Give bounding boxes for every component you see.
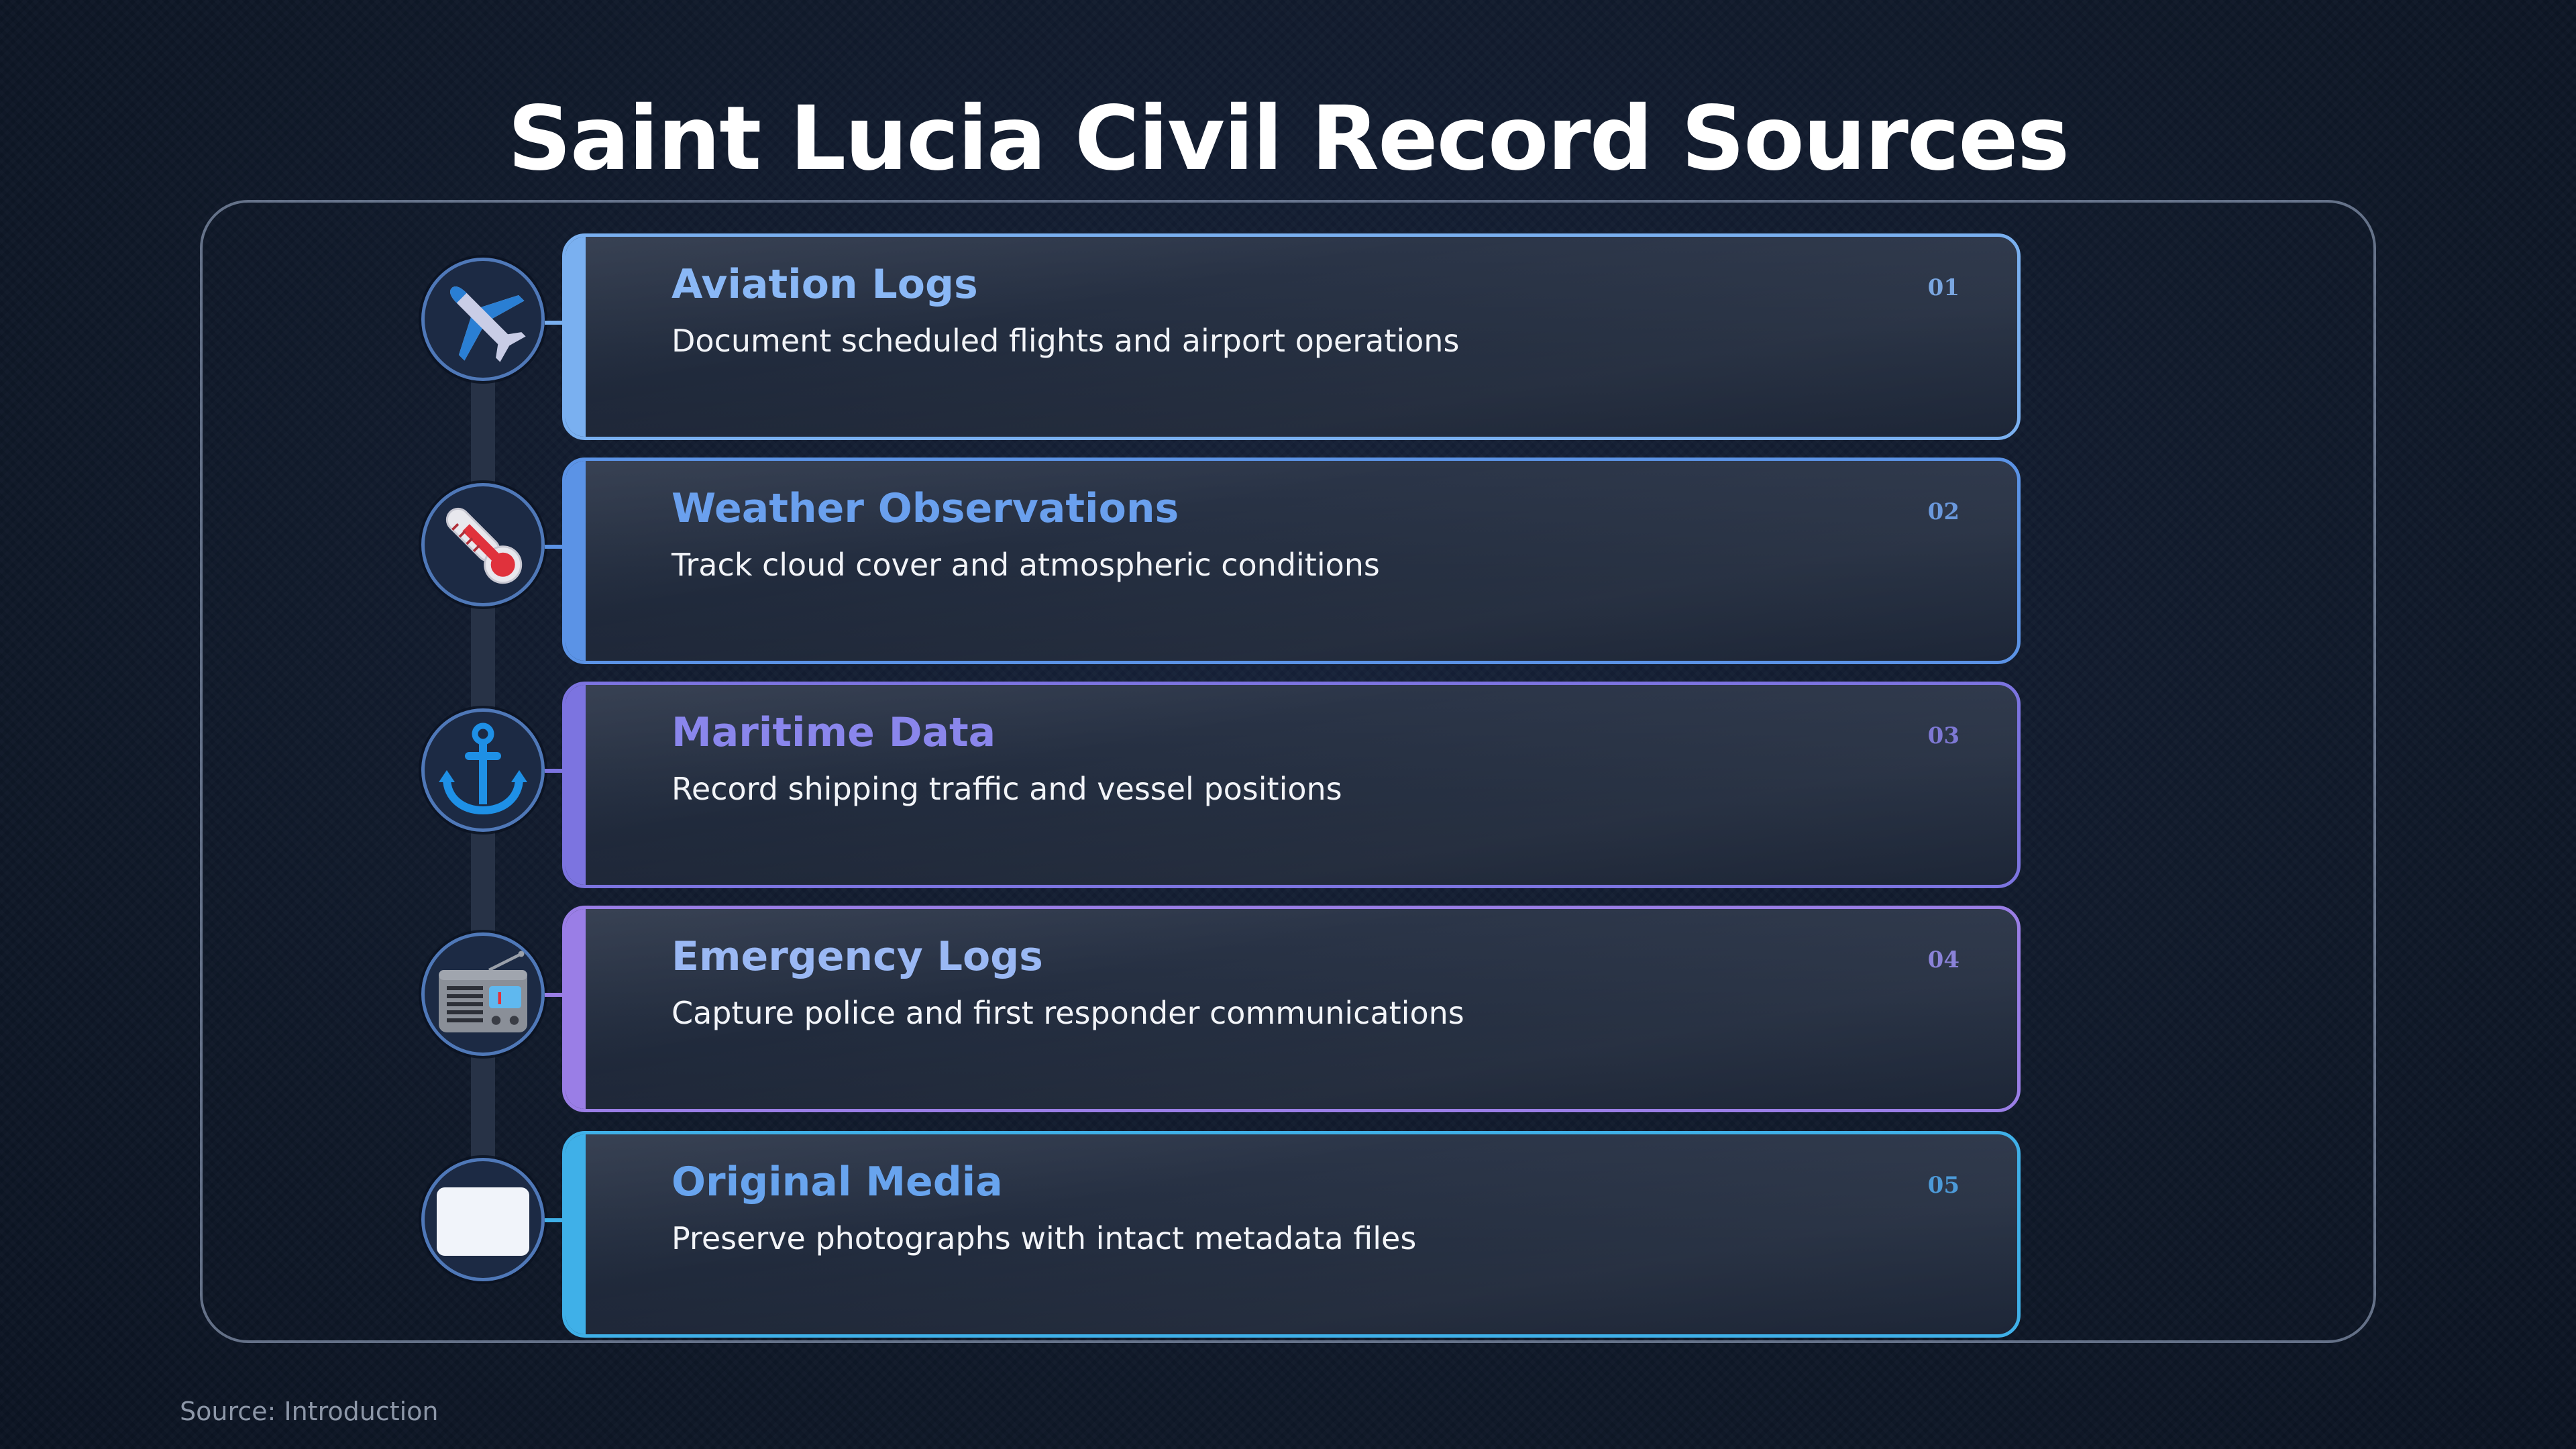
- record-card-2: Weather Observations Track cloud cover a…: [562, 458, 2021, 664]
- card-accent-bar: [566, 237, 586, 437]
- card-number: 03: [1927, 722, 1960, 749]
- card-title: Original Media: [672, 1159, 1003, 1205]
- card-number: 04: [1927, 947, 1960, 973]
- anchor-icon: [439, 722, 527, 815]
- card-accent-bar: [566, 461, 586, 661]
- card-description: Preserve photographs with intact metadat…: [672, 1220, 1417, 1256]
- photo-frame-icon: [437, 1187, 529, 1256]
- card-number: 01: [1927, 274, 1960, 301]
- timeline-node-3: [421, 708, 545, 832]
- record-card-3: Maritime Data Record shipping traffic an…: [562, 682, 2021, 888]
- card-number: 05: [1927, 1172, 1960, 1199]
- timeline-node-2: [421, 483, 545, 606]
- record-card-4: Emergency Logs Capture police and first …: [562, 906, 2021, 1112]
- card-title: Weather Observations: [672, 485, 1179, 532]
- card-title: Maritime Data: [672, 709, 996, 756]
- radio-icon: [439, 951, 527, 1032]
- record-card-1: Aviation Logs Document scheduled flights…: [562, 233, 2021, 440]
- card-accent-bar: [566, 909, 586, 1109]
- card-title: Aviation Logs: [672, 261, 978, 308]
- card-description: Record shipping traffic and vessel posit…: [672, 771, 1342, 807]
- card-description: Capture police and first responder commu…: [672, 995, 1464, 1031]
- record-card-5: Original Media Preserve photographs with…: [562, 1131, 2021, 1338]
- timeline-node-5: [421, 1158, 545, 1281]
- card-number: 02: [1927, 498, 1960, 525]
- card-description: Track cloud cover and atmospheric condit…: [672, 547, 1380, 583]
- page-title: Saint Lucia Civil Record Sources: [507, 87, 2070, 191]
- source-note: Source: Introduction: [180, 1397, 439, 1426]
- card-description: Document scheduled flights and airport o…: [672, 323, 1460, 359]
- airplane-icon: [450, 286, 526, 362]
- card-accent-bar: [566, 685, 586, 885]
- card-title: Emergency Logs: [672, 933, 1043, 980]
- timeline-node-1: [421, 258, 545, 381]
- thermometer-icon: [445, 507, 523, 584]
- card-accent-bar: [566, 1134, 586, 1334]
- timeline-node-4: [421, 932, 545, 1056]
